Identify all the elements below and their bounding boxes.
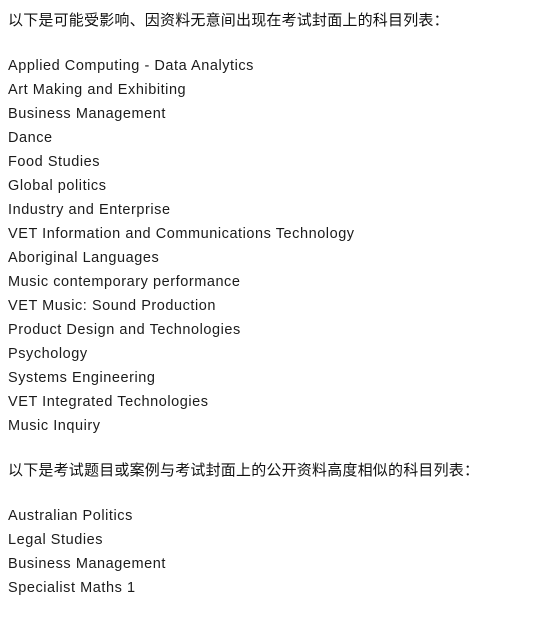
- section-affected-subjects: 以下是可能受影响、因资料无意间出现在考试封面上的科目列表： Applied Co…: [8, 9, 541, 438]
- subject-list-affected: Applied Computing - Data Analytics Art M…: [8, 54, 541, 438]
- section-heading-affected: 以下是可能受影响、因资料无意间出现在考试封面上的科目列表：: [8, 12, 449, 29]
- list-item: Product Design and Technologies: [8, 322, 241, 338]
- document-body: 以下是可能受影响、因资料无意间出现在考试封面上的科目列表： Applied Co…: [0, 0, 541, 621]
- list-item: Psychology: [8, 346, 88, 362]
- list-item: Music Inquiry: [8, 418, 101, 434]
- list-item: Dance: [8, 130, 53, 146]
- subject-list-similar: Australian Politics Legal Studies Busine…: [8, 504, 541, 600]
- list-item: Global politics: [8, 178, 107, 194]
- list-item: Specialist Maths 1: [8, 580, 136, 596]
- list-item: Systems Engineering: [8, 370, 156, 386]
- list-item: Applied Computing - Data Analytics: [8, 58, 254, 74]
- list-item: Aboriginal Languages: [8, 250, 160, 266]
- list-item: Music contemporary performance: [8, 274, 241, 290]
- list-item: Legal Studies: [8, 532, 104, 548]
- list-item: Australian Politics: [8, 508, 133, 524]
- section-heading-similar: 以下是考试题目或案例与考试封面上的公开资料高度相似的科目列表：: [8, 462, 480, 479]
- list-item: Industry and Enterprise: [8, 202, 171, 218]
- list-item: Food Studies: [8, 154, 101, 170]
- heading-list-spacer: [8, 33, 541, 54]
- list-item: Business Management: [8, 556, 166, 572]
- list-item: VET Information and Communications Techn…: [8, 226, 355, 242]
- heading-list-spacer: [8, 483, 541, 504]
- list-item: VET Music: Sound Production: [8, 298, 217, 314]
- list-item: VET Integrated Technologies: [8, 394, 209, 410]
- section-similar-subjects: 以下是考试题目或案例与考试封面上的公开资料高度相似的科目列表： Australi…: [8, 459, 541, 600]
- list-item: Art Making and Exhibiting: [8, 82, 187, 98]
- list-item: Business Management: [8, 106, 166, 122]
